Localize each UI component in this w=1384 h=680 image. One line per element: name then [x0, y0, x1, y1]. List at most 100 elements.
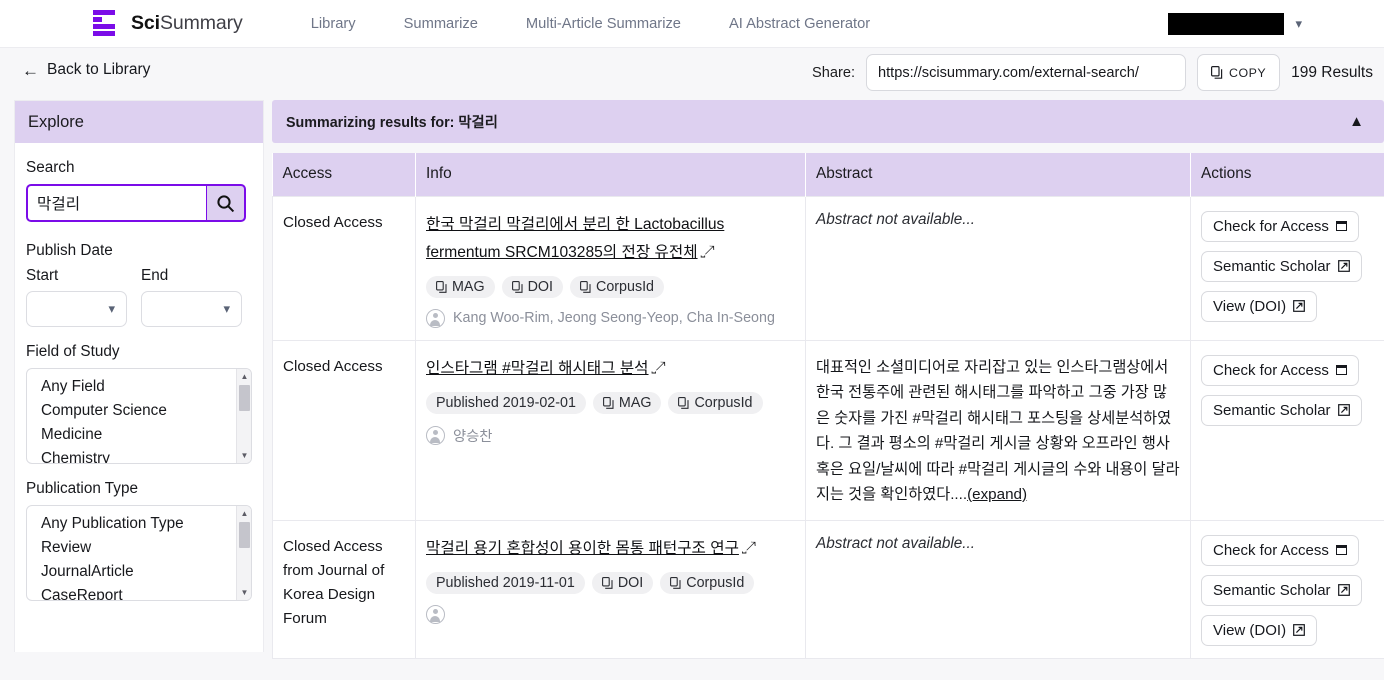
- semantic-scholar-button[interactable]: Semantic Scholar: [1201, 394, 1362, 426]
- field-of-study-listbox[interactable]: Any Field Computer Science Medicine Chem…: [26, 368, 252, 464]
- list-item[interactable]: JournalArticle: [27, 560, 251, 584]
- pill-doi[interactable]: DOI: [501, 275, 563, 298]
- check-for-access-button[interactable]: Check for Access: [1201, 354, 1359, 386]
- sidebar-title: Explore: [15, 101, 263, 143]
- pill-label: CorpusId: [694, 394, 753, 411]
- paper-title-link[interactable]: 한국 막걸리 막걸리에서 분리 한 Lactobacillus fermentu…: [426, 216, 724, 261]
- pill-mag[interactable]: MAG: [592, 391, 662, 414]
- list-item[interactable]: Any Publication Type: [27, 512, 251, 536]
- scroll-down-icon[interactable]: ▼: [237, 449, 251, 462]
- abstract-text: 대표적인 소셜미디어로 자리잡고 있는 인스타그램상에서 한국 전통주에 관련된…: [816, 358, 1180, 504]
- list-item[interactable]: Any Field: [27, 375, 251, 399]
- list-item[interactable]: Chemistry: [27, 447, 251, 463]
- nav-item-library[interactable]: Library: [287, 16, 380, 32]
- pill-label: Published 2019-02-01: [436, 394, 576, 411]
- cell-access: Closed Access from Journal of Korea Desi…: [272, 519, 416, 659]
- nav-item-ai-abstract-generator[interactable]: AI Abstract Generator: [705, 16, 894, 32]
- sub-toolbar: ← Back to Library Share: COPY 199 Result…: [0, 48, 1384, 100]
- publication-type-scrollbar[interactable]: ▲ ▼: [236, 506, 251, 600]
- list-item[interactable]: Computer Science: [27, 399, 251, 423]
- semantic-scholar-button[interactable]: Semantic Scholar: [1201, 574, 1362, 606]
- results-panel: Summarizing results for: 막걸리 ▲ Access In…: [272, 100, 1384, 659]
- summarizing-banner-label: Summarizing results for: 막걸리: [286, 115, 498, 131]
- window-icon: [1335, 221, 1347, 231]
- publish-date-end-select[interactable]: ▾: [141, 291, 242, 327]
- external-link-icon[interactable]: ⎵↗: [742, 542, 756, 554]
- scroll-up-icon[interactable]: ▲: [237, 370, 251, 383]
- authors-row: 양승찬: [426, 425, 795, 446]
- paper-title-link[interactable]: 막걸리 용기 혼합성이 용이한 몸통 패턴구조 연구: [426, 540, 739, 557]
- publication-type-listbox[interactable]: Any Publication Type Review JournalArtic…: [26, 505, 252, 601]
- avatar: [426, 425, 445, 445]
- chevron-down-icon: ▾: [1295, 16, 1302, 31]
- pill-corpusid[interactable]: CorpusId: [668, 391, 763, 414]
- summarizing-banner[interactable]: Summarizing results for: 막걸리 ▲: [272, 100, 1384, 143]
- list-item[interactable]: Medicine: [27, 423, 251, 447]
- scroll-up-icon[interactable]: ▲: [237, 507, 251, 520]
- copy-button-label: COPY: [1229, 65, 1267, 80]
- cell-info: 막걸리 용기 혼합성이 용이한 몸통 패턴구조 연구 ⎵↗ Published 2…: [415, 519, 806, 659]
- field-of-study-scrollbar[interactable]: ▲ ▼: [236, 369, 251, 463]
- copy-button[interactable]: COPY: [1197, 54, 1281, 91]
- semantic-scholar-button[interactable]: Semantic Scholar: [1201, 250, 1362, 282]
- scisummary-s-logo-icon: [93, 8, 121, 40]
- table-header-row: Access Info Abstract Actions: [272, 153, 1384, 196]
- authors-row: [426, 604, 795, 624]
- external-link-icon[interactable]: ⎵↗: [652, 362, 666, 374]
- list-item[interactable]: Review: [27, 536, 251, 560]
- scrollbar-thumb[interactable]: [239, 522, 250, 548]
- copy-icon: [670, 576, 681, 589]
- publish-date-end-label: End: [141, 267, 169, 284]
- search-input[interactable]: [26, 184, 206, 222]
- share-url-input[interactable]: [866, 54, 1186, 91]
- arrow-left-icon: ←: [22, 60, 39, 80]
- column-header-abstract: Abstract: [805, 153, 1191, 196]
- column-header-info: Info: [415, 153, 806, 196]
- brand-logo[interactable]: SciSummary: [93, 8, 243, 40]
- back-to-library-link[interactable]: ← Back to Library: [22, 61, 150, 79]
- semantic-scholar-label: Semantic Scholar: [1213, 581, 1331, 599]
- check-for-access-button[interactable]: Check for Access: [1201, 210, 1359, 242]
- pill-label: Published 2019-11-01: [436, 574, 575, 591]
- results-table: Access Info Abstract Actions Closed Acce…: [272, 153, 1384, 659]
- chevron-up-icon[interactable]: ▲: [1349, 113, 1364, 130]
- actions-group: Check for Access Semantic Scholar: [1201, 354, 1374, 426]
- publish-date-start-select[interactable]: ▾: [26, 291, 127, 327]
- external-link-icon[interactable]: ⎵↗: [701, 246, 715, 258]
- cell-info: 인스타그램 #막걸리 해시태그 분석 ⎵↗ Published 2019-02-0…: [415, 339, 806, 521]
- pill-label: DOI: [527, 278, 553, 295]
- publish-date-row: Start ▾ End ▾: [26, 267, 252, 327]
- expand-abstract-link[interactable]: (expand): [967, 486, 1027, 503]
- scroll-down-icon[interactable]: ▼: [237, 586, 251, 599]
- nav-item-summarize[interactable]: Summarize: [380, 16, 502, 32]
- pill-doi[interactable]: DOI: [591, 571, 654, 594]
- metadata-pills: Published 2019-02-01 MAG CorpusId: [426, 391, 795, 414]
- pill-corpusid[interactable]: CorpusId: [570, 275, 665, 298]
- primary-nav: Library Summarize Multi-Article Summariz…: [287, 16, 894, 32]
- check-for-access-button[interactable]: Check for Access: [1201, 534, 1359, 566]
- cell-abstract: Abstract not available...: [805, 195, 1191, 341]
- publish-date-label: Publish Date: [26, 242, 113, 259]
- search-button[interactable]: [206, 184, 246, 222]
- top-navigation-bar: SciSummary Library Summarize Multi-Artic…: [0, 0, 1384, 48]
- brand-name-rest: Summary: [159, 12, 243, 34]
- abstract-text: Abstract not available...: [816, 210, 976, 228]
- pill-mag[interactable]: MAG: [426, 275, 495, 298]
- external-link-icon: [1337, 260, 1350, 272]
- cell-access: Closed Access: [272, 339, 416, 521]
- view-doi-button[interactable]: View (DOI): [1201, 290, 1318, 322]
- table-row: Closed Access 한국 막걸리 막걸리에서 분리 한 Lactobac…: [272, 195, 1384, 341]
- list-item[interactable]: CaseReport: [27, 584, 251, 600]
- paper-title-link[interactable]: 인스타그램 #막걸리 해시태그 분석: [426, 360, 649, 377]
- access-status: Closed Access from Journal of Korea Desi…: [283, 537, 385, 627]
- nav-item-multi-article-summarize[interactable]: Multi-Article Summarize: [502, 16, 705, 32]
- check-for-access-label: Check for Access: [1213, 361, 1329, 379]
- view-doi-button[interactable]: View (DOI): [1201, 614, 1318, 646]
- column-header-actions: Actions: [1190, 153, 1384, 196]
- metadata-pills: Published 2019-11-01 DOI CorpusId: [426, 571, 795, 594]
- account-menu[interactable]: ▾: [1168, 12, 1302, 35]
- table-row: Closed Access from Journal of Korea Desi…: [272, 519, 1384, 659]
- page-body: Explore Search Publish Date Start: [0, 100, 1384, 659]
- scrollbar-thumb[interactable]: [239, 385, 250, 411]
- pill-corpusid[interactable]: CorpusId: [660, 571, 755, 594]
